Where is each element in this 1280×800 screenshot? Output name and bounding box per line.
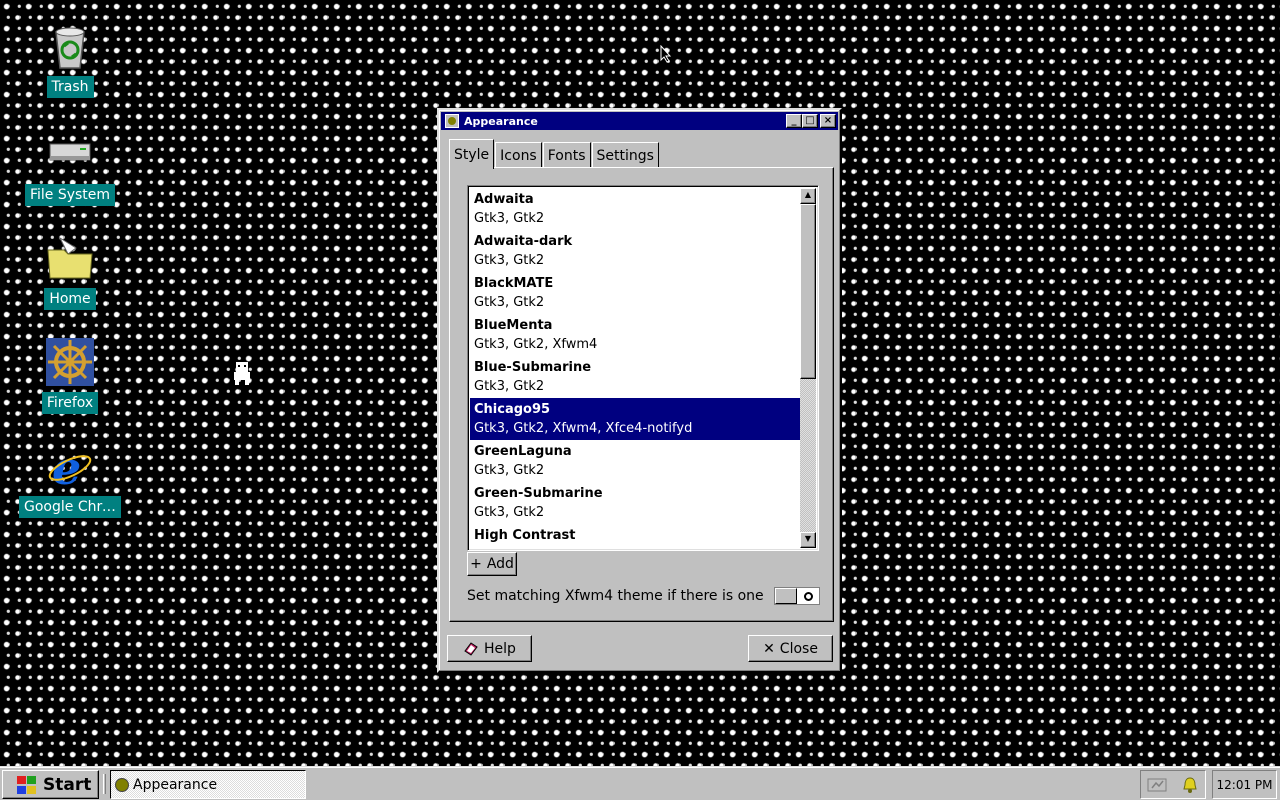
desktop-sprite-icon (232, 360, 252, 390)
taskbar: Start Appearance 12:01 PM (0, 766, 1280, 800)
xfwm-theme-label: Set matching Xfwm4 theme if there is one (467, 588, 764, 604)
tab-fonts[interactable]: Fonts (542, 142, 591, 168)
theme-engines: Gtk3, Gtk2, Xfwm4 (474, 337, 598, 352)
taskbar-item-appearance[interactable]: Appearance (110, 770, 306, 799)
theme-list-item-selected[interactable]: Chicago95 Gtk3, Gtk2, Xfwm4, Xfce4-notif… (470, 398, 800, 440)
theme-engines: Gtk3, Gtk2 (474, 253, 545, 268)
theme-engines: Gtk3, Gtk2 (474, 295, 545, 310)
start-button[interactable]: Start (2, 770, 99, 799)
theme-list-item[interactable]: High Contrast (470, 524, 800, 548)
desktop-icon-home[interactable]: Home (20, 234, 120, 310)
taskbar-grip (103, 774, 106, 794)
mouse-cursor-icon (660, 44, 672, 67)
desktop-icon-label: Firefox (41, 392, 99, 414)
start-label: Start (43, 774, 92, 795)
close-window-button[interactable]: × (820, 114, 836, 128)
desktop-icon-label: File System (24, 184, 116, 206)
appearance-task-icon (115, 777, 129, 792)
scroll-down-button[interactable]: ▼ (800, 532, 816, 548)
maximize-button[interactable]: □ (802, 114, 818, 128)
theme-name: GreenLaguna (474, 444, 572, 459)
toggle-knob (775, 588, 797, 604)
help-book-icon (464, 641, 478, 656)
theme-engines: Gtk3, Gtk2 (474, 463, 545, 478)
theme-list-item[interactable]: Blue-Submarine Gtk3, Gtk2 (470, 356, 800, 398)
theme-list-scrollbar[interactable]: ▲ ▼ (800, 188, 816, 548)
drive-icon (46, 130, 94, 178)
window-title: Appearance (464, 114, 538, 128)
theme-list-item[interactable]: BlueMenta Gtk3, Gtk2, Xfwm4 (470, 314, 800, 356)
theme-name: Chicago95 (474, 402, 551, 417)
desktop-icon-label: Home (44, 288, 96, 310)
appearance-window: Appearance _ □ × Style Icons Fonts Setti… (437, 108, 842, 673)
tab-icons[interactable]: Icons (495, 142, 542, 168)
internet-explorer-icon: e (46, 441, 94, 495)
add-theme-button[interactable]: + Add (467, 552, 517, 576)
theme-name: High Contrast (474, 528, 576, 543)
theme-list-item[interactable]: GreenLaguna Gtk3, Gtk2 (470, 440, 800, 482)
scroll-thumb[interactable] (800, 204, 816, 379)
appearance-app-icon (445, 114, 459, 128)
help-button[interactable]: Help (447, 635, 532, 662)
scroll-up-button[interactable]: ▲ (800, 188, 816, 204)
theme-engines: Gtk3, Gtk2 (474, 211, 545, 226)
desktop-icon-label: Google Chro... (19, 496, 121, 518)
theme-engines: Gtk3, Gtk2, Xfwm4, Xfce4-notifyd (474, 421, 693, 436)
theme-list: Adwaita Gtk3, Gtk2 Adwaita-dark Gtk3, Gt… (467, 185, 819, 551)
toggle-off-icon (797, 588, 819, 604)
minimize-button[interactable]: _ (786, 114, 802, 128)
style-tab-panel: Adwaita Gtk3, Gtk2 Adwaita-dark Gtk3, Gt… (449, 167, 834, 622)
tab-style[interactable]: Style (449, 139, 495, 169)
desktop-icon-firefox[interactable]: Firefox (20, 338, 120, 414)
theme-list-item[interactable]: Adwaita Gtk3, Gtk2 (470, 188, 800, 230)
close-x-icon: ✕ (763, 640, 775, 657)
theme-name: Adwaita-dark (474, 234, 573, 249)
system-tray (1140, 770, 1206, 799)
folder-icon (46, 234, 94, 282)
desktop-icon-file-system[interactable]: File System (20, 130, 120, 206)
help-button-label: Help (484, 640, 516, 657)
windows-logo-icon (15, 775, 37, 795)
notification-bell-icon[interactable] (1181, 776, 1199, 794)
network-icon[interactable] (1147, 777, 1169, 793)
taskbar-clock[interactable]: 12:01 PM (1212, 770, 1277, 799)
theme-engines: Gtk3, Gtk2 (474, 379, 545, 394)
theme-name: BlueMenta (474, 318, 553, 333)
add-button-label: Add (486, 556, 514, 572)
ship-wheel-icon (46, 338, 94, 386)
trash-icon (46, 22, 94, 70)
theme-name: Green-Submarine (474, 486, 603, 501)
taskbar-item-label: Appearance (133, 776, 218, 793)
theme-list-item[interactable]: Green-Submarine Gtk3, Gtk2 (470, 482, 800, 524)
theme-name: Blue-Submarine (474, 360, 592, 375)
tab-settings[interactable]: Settings (591, 142, 659, 168)
plus-icon: + (470, 556, 482, 572)
desktop-icon-label: Trash (46, 76, 94, 98)
theme-name: Adwaita (474, 192, 534, 207)
theme-name: BlackMATE (474, 276, 554, 291)
theme-list-item[interactable]: Adwaita-dark Gtk3, Gtk2 (470, 230, 800, 272)
theme-engines: Gtk3, Gtk2 (474, 505, 545, 520)
tab-bar: Style Icons Fonts Settings (449, 139, 660, 169)
desktop-icon-trash[interactable]: Trash (20, 22, 120, 98)
theme-list-items: Adwaita Gtk3, Gtk2 Adwaita-dark Gtk3, Gt… (470, 188, 800, 548)
xfwm-theme-toggle[interactable] (774, 587, 820, 605)
desktop-icon-google-chrome[interactable]: e Google Chro... (19, 441, 121, 518)
theme-list-item[interactable]: BlackMATE Gtk3, Gtk2 (470, 272, 800, 314)
close-button-label: Close (779, 640, 818, 657)
close-button[interactable]: ✕ Close (748, 635, 833, 662)
window-titlebar[interactable]: Appearance _ □ × (441, 112, 838, 130)
